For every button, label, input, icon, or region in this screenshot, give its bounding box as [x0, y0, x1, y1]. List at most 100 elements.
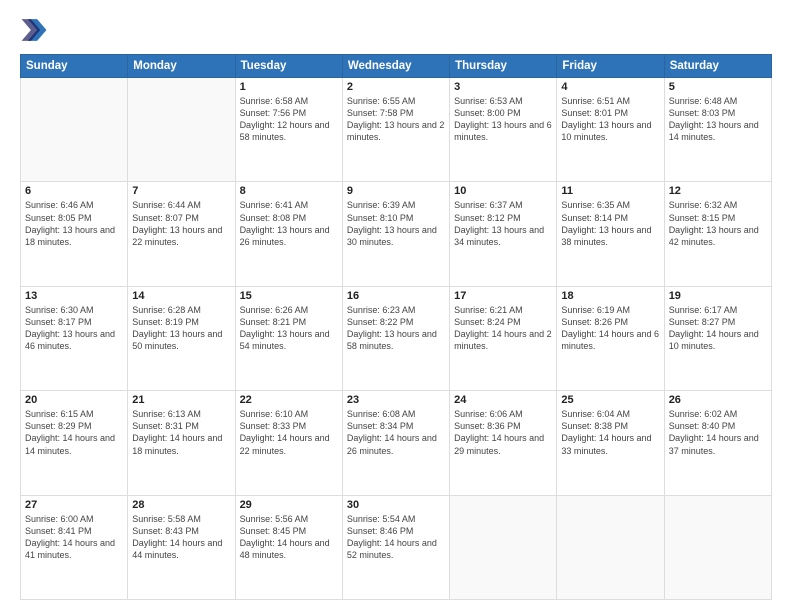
day-number: 3	[454, 81, 552, 93]
day-number: 30	[347, 499, 445, 511]
calendar-cell: 30 Sunrise: 5:54 AM Sunset: 8:46 PM Dayli…	[342, 495, 449, 599]
day-number: 29	[240, 499, 338, 511]
day-detail: Sunrise: 6:26 AM Sunset: 8:21 PM Dayligh…	[240, 304, 338, 353]
logo-icon	[20, 16, 48, 44]
day-detail: Sunrise: 6:19 AM Sunset: 8:26 PM Dayligh…	[561, 304, 659, 353]
calendar-cell: 14 Sunrise: 6:28 AM Sunset: 8:19 PM Dayli…	[128, 286, 235, 390]
day-number: 2	[347, 81, 445, 93]
calendar-header-row: SundayMondayTuesdayWednesdayThursdayFrid…	[21, 55, 772, 78]
calendar-header-thursday: Thursday	[450, 55, 557, 78]
day-detail: Sunrise: 6:44 AM Sunset: 8:07 PM Dayligh…	[132, 199, 230, 248]
calendar-cell: 9 Sunrise: 6:39 AM Sunset: 8:10 PM Daylig…	[342, 182, 449, 286]
calendar-header-sunday: Sunday	[21, 55, 128, 78]
calendar-cell: 3 Sunrise: 6:53 AM Sunset: 8:00 PM Daylig…	[450, 78, 557, 182]
calendar-week-row: 27 Sunrise: 6:00 AM Sunset: 8:41 PM Dayli…	[21, 495, 772, 599]
calendar-header-friday: Friday	[557, 55, 664, 78]
day-number: 27	[25, 499, 123, 511]
day-number: 9	[347, 185, 445, 197]
day-number: 20	[25, 394, 123, 406]
day-detail: Sunrise: 6:32 AM Sunset: 8:15 PM Dayligh…	[669, 199, 767, 248]
day-number: 25	[561, 394, 659, 406]
day-number: 7	[132, 185, 230, 197]
calendar-week-row: 6Sunrise: 6:46 AM Sunset: 8:05 PM Daylig…	[21, 182, 772, 286]
day-number: 6	[25, 185, 123, 197]
day-detail: Sunrise: 6:28 AM Sunset: 8:19 PM Dayligh…	[132, 304, 230, 353]
day-number: 28	[132, 499, 230, 511]
calendar-cell	[664, 495, 771, 599]
calendar-header-monday: Monday	[128, 55, 235, 78]
day-detail: Sunrise: 6:58 AM Sunset: 7:56 PM Dayligh…	[240, 95, 338, 144]
calendar-cell: 28 Sunrise: 5:58 AM Sunset: 8:43 PM Dayli…	[128, 495, 235, 599]
calendar-cell: 5Sunrise: 6:48 AM Sunset: 8:03 PM Daylig…	[664, 78, 771, 182]
day-detail: Sunrise: 6:21 AM Sunset: 8:24 PM Dayligh…	[454, 304, 552, 353]
calendar-header-saturday: Saturday	[664, 55, 771, 78]
day-number: 22	[240, 394, 338, 406]
page: SundayMondayTuesdayWednesdayThursdayFrid…	[0, 0, 792, 612]
day-detail: Sunrise: 6:37 AM Sunset: 8:12 PM Dayligh…	[454, 199, 552, 248]
day-number: 16	[347, 290, 445, 302]
calendar-cell: 19Sunrise: 6:17 AM Sunset: 8:27 PM Dayli…	[664, 286, 771, 390]
calendar-cell: 27 Sunrise: 6:00 AM Sunset: 8:41 PM Dayli…	[21, 495, 128, 599]
calendar-cell: 7 Sunrise: 6:44 AM Sunset: 8:07 PM Daylig…	[128, 182, 235, 286]
day-number: 10	[454, 185, 552, 197]
day-number: 17	[454, 290, 552, 302]
calendar-cell: 13Sunrise: 6:30 AM Sunset: 8:17 PM Dayli…	[21, 286, 128, 390]
logo	[20, 16, 50, 44]
day-number: 8	[240, 185, 338, 197]
calendar-header-tuesday: Tuesday	[235, 55, 342, 78]
day-number: 15	[240, 290, 338, 302]
calendar-cell: 29 Sunrise: 5:56 AM Sunset: 8:45 PM Dayli…	[235, 495, 342, 599]
header	[20, 16, 772, 44]
calendar-cell: 26 Sunrise: 6:02 AM Sunset: 8:40 PM Dayli…	[664, 391, 771, 495]
calendar-cell: 25Sunrise: 6:04 AM Sunset: 8:38 PM Dayli…	[557, 391, 664, 495]
calendar-week-row: 13Sunrise: 6:30 AM Sunset: 8:17 PM Dayli…	[21, 286, 772, 390]
day-number: 24	[454, 394, 552, 406]
day-detail: Sunrise: 6:53 AM Sunset: 8:00 PM Dayligh…	[454, 95, 552, 144]
calendar-cell: 12 Sunrise: 6:32 AM Sunset: 8:15 PM Dayli…	[664, 182, 771, 286]
calendar-cell	[128, 78, 235, 182]
day-detail: Sunrise: 6:30 AM Sunset: 8:17 PM Dayligh…	[25, 304, 123, 353]
day-detail: Sunrise: 6:13 AM Sunset: 8:31 PM Dayligh…	[132, 408, 230, 457]
day-number: 4	[561, 81, 659, 93]
calendar-cell: 17 Sunrise: 6:21 AM Sunset: 8:24 PM Dayli…	[450, 286, 557, 390]
day-detail: Sunrise: 6:06 AM Sunset: 8:36 PM Dayligh…	[454, 408, 552, 457]
calendar-cell: 11 Sunrise: 6:35 AM Sunset: 8:14 PM Dayli…	[557, 182, 664, 286]
day-detail: Sunrise: 5:54 AM Sunset: 8:46 PM Dayligh…	[347, 513, 445, 562]
day-detail: Sunrise: 6:23 AM Sunset: 8:22 PM Dayligh…	[347, 304, 445, 353]
day-detail: Sunrise: 6:48 AM Sunset: 8:03 PM Dayligh…	[669, 95, 767, 144]
calendar-cell: 4 Sunrise: 6:51 AM Sunset: 8:01 PM Daylig…	[557, 78, 664, 182]
day-number: 18	[561, 290, 659, 302]
calendar-cell: 16 Sunrise: 6:23 AM Sunset: 8:22 PM Dayli…	[342, 286, 449, 390]
day-detail: Sunrise: 6:55 AM Sunset: 7:58 PM Dayligh…	[347, 95, 445, 144]
day-number: 12	[669, 185, 767, 197]
calendar-cell: 24 Sunrise: 6:06 AM Sunset: 8:36 PM Dayli…	[450, 391, 557, 495]
day-number: 21	[132, 394, 230, 406]
day-number: 11	[561, 185, 659, 197]
day-detail: Sunrise: 6:39 AM Sunset: 8:10 PM Dayligh…	[347, 199, 445, 248]
day-detail: Sunrise: 6:15 AM Sunset: 8:29 PM Dayligh…	[25, 408, 123, 457]
day-detail: Sunrise: 6:00 AM Sunset: 8:41 PM Dayligh…	[25, 513, 123, 562]
day-detail: Sunrise: 6:51 AM Sunset: 8:01 PM Dayligh…	[561, 95, 659, 144]
calendar-cell	[557, 495, 664, 599]
calendar-cell: 18 Sunrise: 6:19 AM Sunset: 8:26 PM Dayli…	[557, 286, 664, 390]
calendar-cell: 21 Sunrise: 6:13 AM Sunset: 8:31 PM Dayli…	[128, 391, 235, 495]
calendar-cell: 23 Sunrise: 6:08 AM Sunset: 8:34 PM Dayli…	[342, 391, 449, 495]
day-number: 23	[347, 394, 445, 406]
day-detail: Sunrise: 6:10 AM Sunset: 8:33 PM Dayligh…	[240, 408, 338, 457]
day-detail: Sunrise: 6:41 AM Sunset: 8:08 PM Dayligh…	[240, 199, 338, 248]
day-detail: Sunrise: 5:56 AM Sunset: 8:45 PM Dayligh…	[240, 513, 338, 562]
day-detail: Sunrise: 6:02 AM Sunset: 8:40 PM Dayligh…	[669, 408, 767, 457]
day-number: 1	[240, 81, 338, 93]
day-number: 26	[669, 394, 767, 406]
day-detail: Sunrise: 5:58 AM Sunset: 8:43 PM Dayligh…	[132, 513, 230, 562]
calendar-cell: 1 Sunrise: 6:58 AM Sunset: 7:56 PM Daylig…	[235, 78, 342, 182]
calendar-cell	[21, 78, 128, 182]
day-number: 14	[132, 290, 230, 302]
calendar-week-row: 1 Sunrise: 6:58 AM Sunset: 7:56 PM Daylig…	[21, 78, 772, 182]
day-detail: Sunrise: 6:35 AM Sunset: 8:14 PM Dayligh…	[561, 199, 659, 248]
calendar-cell: 15 Sunrise: 6:26 AM Sunset: 8:21 PM Dayli…	[235, 286, 342, 390]
calendar-cell: 8 Sunrise: 6:41 AM Sunset: 8:08 PM Daylig…	[235, 182, 342, 286]
calendar-header-wednesday: Wednesday	[342, 55, 449, 78]
day-detail: Sunrise: 6:08 AM Sunset: 8:34 PM Dayligh…	[347, 408, 445, 457]
calendar-cell: 6Sunrise: 6:46 AM Sunset: 8:05 PM Daylig…	[21, 182, 128, 286]
